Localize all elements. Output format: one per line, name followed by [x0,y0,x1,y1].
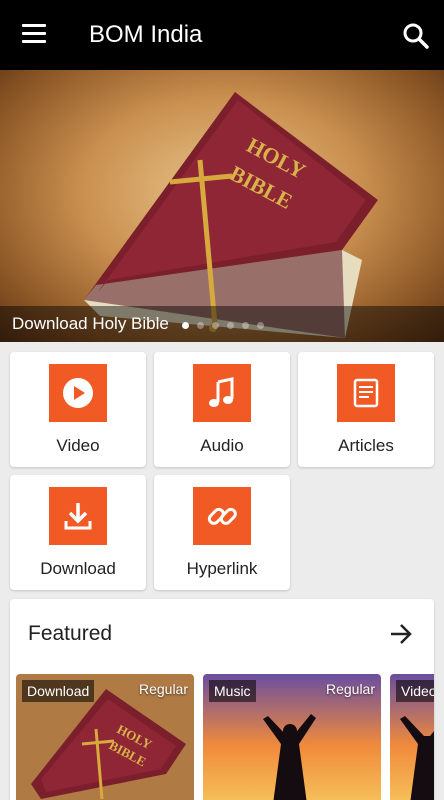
articles-tile[interactable]: Articles [298,352,434,467]
tile-label: Articles [338,436,394,455]
video-tile[interactable]: Video [10,352,146,467]
card-type: Regular [138,681,188,697]
card-tag: Download [22,680,95,702]
play-icon [49,364,107,422]
tile-label: Audio [200,436,244,455]
carousel-dot[interactable] [182,322,189,329]
featured-card[interactable]: Video [390,674,434,800]
tile-label: Hyperlink [186,559,258,578]
app-bar: BOM India [0,0,444,70]
featured-title: Featured [28,622,113,645]
featured-card[interactable]: Music Regular [203,674,381,800]
hyperlink-tile[interactable]: Hyperlink [154,475,290,590]
arrow-right-icon[interactable] [388,621,414,647]
tile-label: Download [40,559,116,578]
carousel-dot[interactable] [212,322,219,329]
tile-label: Video [56,436,100,455]
banner-carousel[interactable]: HOLY BIBLE Download Holy Bible [0,70,444,342]
card-tag: Music [209,680,256,702]
download-tile[interactable]: Download [10,475,146,590]
hamburger-menu-icon[interactable] [18,22,52,48]
carousel-dot[interactable] [242,322,249,329]
carousel-dot[interactable] [227,322,234,329]
bible-banner-image: HOLY BIBLE [84,92,378,338]
carousel-dot[interactable] [197,322,204,329]
download-icon [49,487,107,545]
music-note-icon [193,364,251,422]
audio-tile[interactable]: Audio [154,352,290,467]
card-type: Regular [325,681,375,697]
carousel-dots [182,322,264,329]
banner-caption: Download Holy Bible [12,314,169,333]
card-tag: Video [396,680,434,702]
featured-card[interactable]: HOLY BIBLE Download Regular [16,674,194,800]
search-icon[interactable] [400,20,432,52]
article-icon [337,364,395,422]
app-title: BOM India [89,21,203,48]
carousel-dot[interactable] [257,322,264,329]
featured-section: Featured HOLY BIBLE Download Regular Mus… [10,599,434,800]
link-icon [193,487,251,545]
